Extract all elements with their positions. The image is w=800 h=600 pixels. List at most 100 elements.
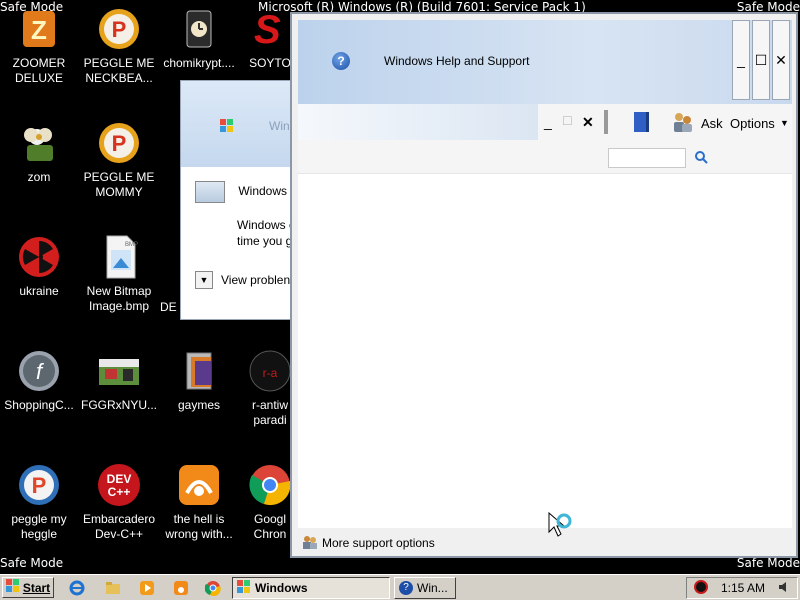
desktop-icon-label: ukraine (19, 284, 59, 298)
flash-icon: f (16, 348, 62, 394)
windows-flag-icon (219, 117, 235, 138)
svg-text:Z: Z (31, 15, 47, 45)
image-file-icon (96, 348, 142, 394)
desktop-icon-label: Embarcadero Dev-C++ (82, 512, 156, 541)
behind-row-2-line2: time you g (237, 234, 293, 248)
task-label: Windows (255, 581, 308, 595)
ask-people-icon[interactable] (670, 110, 694, 139)
help-and-support-window[interactable]: ? Windows Help and Support _ ☐ ✕ _ ☐ ✕ A… (290, 12, 798, 558)
options-chevron-down-icon[interactable]: ▼ (780, 118, 789, 128)
task-label: Win... (417, 581, 448, 595)
desktop-icon-peggle-neckbea[interactable]: P PEGGLE ME NECKBEA... (80, 6, 158, 86)
taskbar-task-help[interactable]: ? Win... (394, 577, 456, 599)
zom-icon (16, 120, 62, 166)
desktop-icon-label: PEGGLE ME MOMMY (83, 170, 155, 199)
zoomer-icon: Z (16, 6, 62, 52)
desktop-icon-zom[interactable]: zom (0, 120, 78, 185)
r-antiw-icon: r-a (247, 348, 293, 394)
start-button[interactable]: Start (2, 577, 54, 598)
peggle-icon: P (16, 462, 62, 508)
window-title: Windows Help and Support (384, 54, 530, 68)
media-player-icon[interactable] (138, 579, 156, 597)
inner-close-button[interactable]: ✕ (582, 114, 594, 131)
chomikrypt-icon (176, 6, 222, 52)
support-people-icon (302, 534, 318, 553)
behind-row-1: Windows I (195, 181, 294, 203)
view-problems-row[interactable]: ▼ View problen (195, 271, 290, 289)
desktop-icon-label: ShoppingC... (4, 398, 74, 412)
desktop-icon-bitmap[interactable]: BMP New Bitmap Image.bmp (80, 234, 158, 314)
explorer-folder-icon[interactable] (104, 579, 122, 597)
close-button[interactable]: ✕ (772, 20, 790, 100)
folder-icon (176, 348, 222, 394)
behind-row-1-text: Windows I (238, 184, 294, 199)
desktop-icon-chomikrypt[interactable]: chomikrypt.... (160, 6, 238, 71)
desktop-icon-label: chomikrypt.... (163, 56, 235, 70)
ask-button[interactable]: Ask (701, 116, 723, 131)
safe-mode-label-br: Safe Mode (736, 556, 800, 570)
desktop-icon-label: New Bitmap Image.bmp (86, 284, 152, 313)
nested-caption-bar (298, 104, 538, 140)
desktop-icon-de[interactable]: DE (160, 300, 180, 315)
soyto-icon: S (247, 6, 293, 52)
view-problems-link[interactable]: View problen (221, 273, 290, 287)
desktop-icon-peggle-heggle[interactable]: P peggle my heggle (0, 462, 78, 542)
desktop-icon-gaymes[interactable]: gaymes (160, 348, 238, 413)
search-icon[interactable] (694, 150, 708, 167)
svg-text:S: S (254, 8, 281, 51)
help-question-icon: ? (332, 52, 350, 70)
help-question-icon: ? (399, 581, 413, 595)
desktop-icon-peggle-mommy[interactable]: P PEGGLE ME MOMMY (80, 120, 158, 200)
more-support-options-link[interactable]: More support options (322, 536, 435, 550)
desktop-icon-devcpp[interactable]: DEV C++ Embarcadero Dev-C++ (80, 462, 158, 542)
windows-flag-icon (237, 579, 251, 597)
desktop-icon-zoomer[interactable]: Z ZOOMER DELUXE (0, 6, 78, 86)
desktop-icon-label: peggle my heggle (11, 512, 67, 541)
search-bar-row (298, 140, 792, 174)
speaker-icon[interactable] (777, 580, 791, 597)
desktop-icon-label: FGGRxNYU... (80, 398, 157, 412)
help-toolbar: _ ☐ ✕ Ask Options ▼ (298, 104, 792, 140)
options-button[interactable]: Options (730, 116, 775, 131)
desktop-icon-label: DE (160, 300, 177, 314)
maximize-button[interactable]: ☐ (752, 20, 770, 100)
system-tray: 1:15 AM (686, 577, 798, 599)
uc-browser-icon (176, 462, 222, 508)
desktop-icon-uc[interactable]: the hell is wrong with... (160, 462, 238, 542)
tray-app-icon[interactable] (693, 579, 709, 598)
desktop-icon-ukraine[interactable]: ukraine (0, 234, 78, 299)
svg-text:P: P (112, 17, 127, 42)
uc-browser-icon[interactable] (172, 579, 190, 597)
svg-text:C++: C++ (108, 485, 131, 499)
help-content: _ ☐ ✕ Ask Options ▼ (298, 104, 792, 528)
browse-help-icon[interactable] (632, 110, 652, 139)
taskbar-task-windows[interactable]: Windows (232, 577, 390, 599)
desktop-icon-fggr[interactable]: FGGRxNYU... (80, 348, 158, 413)
desktop-icon-shopping[interactable]: f ShoppingC... (0, 348, 78, 413)
inner-minimize-button[interactable]: _ (544, 114, 552, 130)
inner-maximize-button[interactable]: ☐ (562, 114, 573, 128)
clock[interactable]: 1:15 AM (721, 581, 765, 595)
search-input[interactable] (608, 148, 686, 168)
minimize-button[interactable]: _ (732, 20, 750, 100)
radiation-icon (16, 234, 62, 280)
chrome-icon (247, 462, 293, 508)
peggle-icon: P (96, 6, 142, 52)
behind-row-2: Windows c time you g (237, 217, 295, 249)
svg-text:P: P (112, 131, 127, 156)
help-footer[interactable]: More support options (298, 530, 792, 556)
desktop: Safe Mode Safe Mode Safe Mode Safe Mode … (0, 0, 800, 574)
chevron-down-icon[interactable]: ▼ (195, 271, 213, 289)
desktop-icon-label: zom (27, 170, 51, 184)
peggle-icon: P (96, 120, 142, 166)
chrome-icon[interactable] (204, 579, 222, 597)
taskbar: Start Windows ? Win... 1:15 AM (0, 574, 800, 600)
internet-explorer-icon[interactable] (68, 579, 86, 597)
behind-row-2-line1: Windows c (237, 218, 296, 232)
desktop-icon-label: ZOOMER DELUXE (12, 56, 66, 85)
help-titlebar[interactable]: ? Windows Help and Support (298, 20, 792, 104)
devcpp-icon: DEV C++ (96, 462, 142, 508)
svg-text:BMP: BMP (125, 242, 138, 248)
desktop-icon-label: the hell is wrong with... (165, 512, 233, 541)
program-icon (195, 181, 225, 203)
